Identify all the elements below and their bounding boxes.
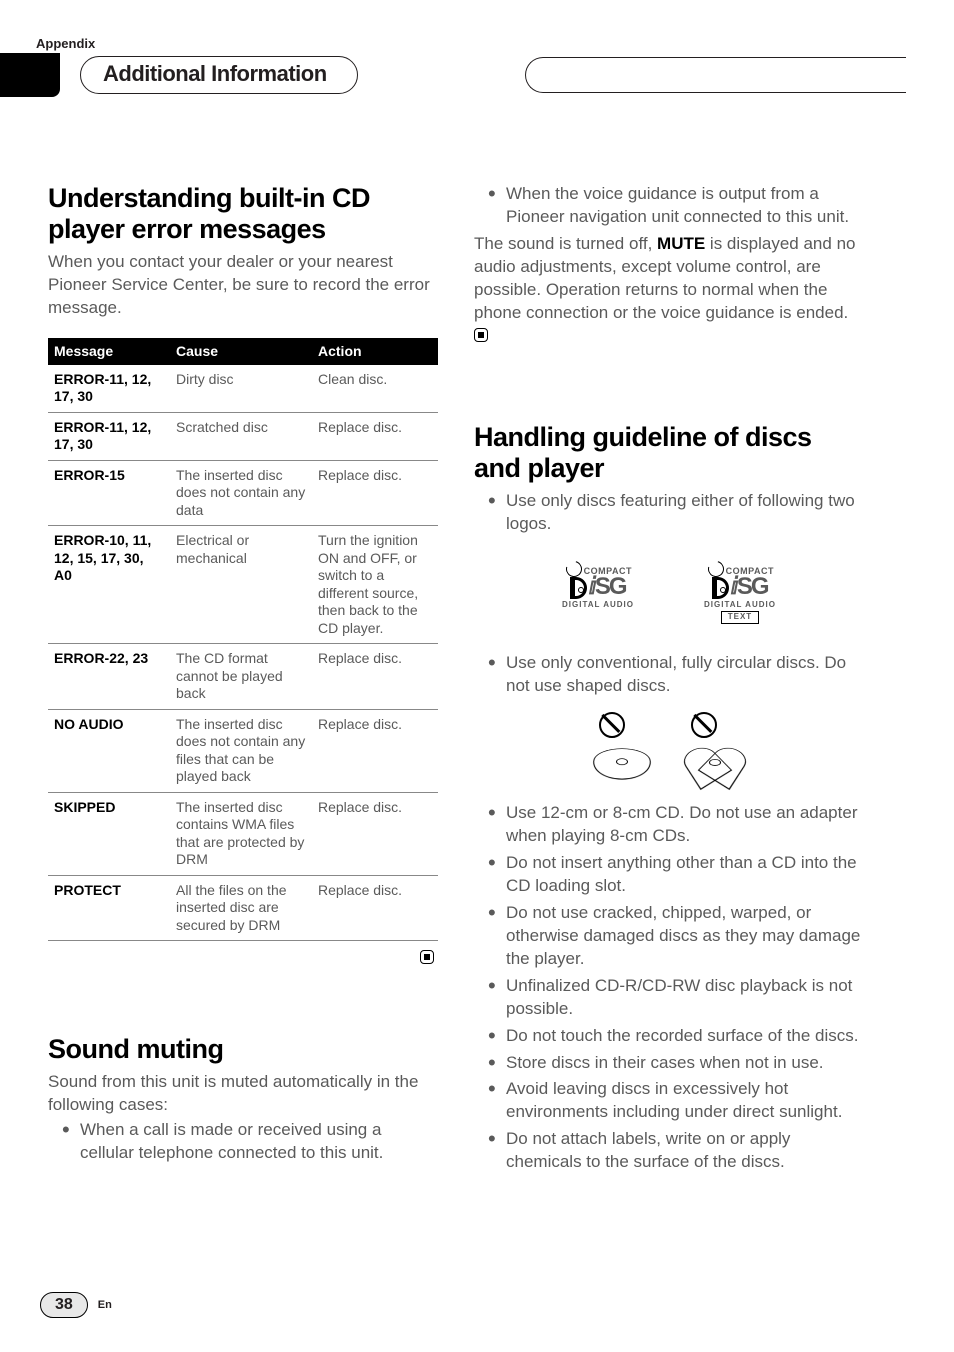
list-item: Use only conventional, fully circular di… <box>474 652 864 698</box>
cell-message: SKIPPED <box>48 792 170 875</box>
irregular-disc-icon <box>589 749 656 780</box>
cell-cause: The CD format cannot be played back <box>170 644 312 710</box>
heart-disc-icon <box>681 749 750 780</box>
table-row: ERROR-11, 12, 17, 30 Dirty disc Clean di… <box>48 365 438 413</box>
appendix-label: Appendix <box>36 36 906 51</box>
heading-handling: Handling guideline of discs and player <box>474 422 864 484</box>
list-item: Store discs in their cases when not in u… <box>474 1052 864 1075</box>
section-end-icon <box>474 328 488 342</box>
list-item: Use only discs featuring either of follo… <box>474 490 864 536</box>
cell-action: Clean disc. <box>312 365 438 413</box>
table-row: ERROR-10, 11, 12, 15, 17, 30, A0 Electri… <box>48 526 438 644</box>
cell-cause: Electrical or mechanical <box>170 526 312 644</box>
list-item: Do not attach labels, write on or apply … <box>474 1128 864 1174</box>
mute-bold: MUTE <box>657 234 705 253</box>
page-number: 38 <box>40 1292 88 1318</box>
right-column: When the voice guidance is output from a… <box>474 183 864 1178</box>
cell-action: Replace disc. <box>312 644 438 710</box>
cell-message: NO AUDIO <box>48 709 170 792</box>
list-item: When a call is made or received using a … <box>48 1119 438 1165</box>
th-cause: Cause <box>170 338 312 365</box>
cell-cause: Scratched disc <box>170 412 312 460</box>
forbidden-disc-heart <box>685 712 745 782</box>
heading-sound-muting: Sound muting <box>48 1034 438 1065</box>
table-row: NO AUDIO The inserted disc does not cont… <box>48 709 438 792</box>
language-label: En <box>98 1299 112 1311</box>
compact-disc-logo: COMPACT ⅈSG DIGITAL AUDIO <box>562 558 634 625</box>
logo-digital-audio: DIGITAL AUDIO <box>562 600 634 611</box>
cell-action: Turn the ignition ON and OFF, or switch … <box>312 526 438 644</box>
cell-action: Replace disc. <box>312 412 438 460</box>
cell-action: Replace disc. <box>312 709 438 792</box>
cell-message: ERROR-15 <box>48 460 170 526</box>
cell-action: Replace disc. <box>312 792 438 875</box>
empty-chip <box>525 57 906 93</box>
logo-digital-audio: DIGITAL AUDIO <box>704 600 776 611</box>
table-row: ERROR-22, 23 The CD format cannot be pla… <box>48 644 438 710</box>
cell-message: ERROR-11, 12, 17, 30 <box>48 365 170 413</box>
table-row: ERROR-15 The inserted disc does not cont… <box>48 460 438 526</box>
forbidden-icon <box>691 712 717 738</box>
cell-message: PROTECT <box>48 875 170 941</box>
list-item: Do not insert anything other than a CD i… <box>474 852 864 898</box>
left-column: Understanding built-in CD player error m… <box>48 183 438 1178</box>
heading-error-messages: Understanding built-in CD player error m… <box>48 183 438 245</box>
section-title-chip: Additional Information <box>80 56 358 94</box>
cell-cause: The inserted disc does not contain any f… <box>170 709 312 792</box>
table-row: SKIPPED The inserted disc contains WMA f… <box>48 792 438 875</box>
cd-logo-row: COMPACT ⅈSG DIGITAL AUDIO COMPACT ⅈSG DI… <box>474 558 864 625</box>
shaped-discs-row <box>474 712 864 782</box>
mute-intro: Sound from this unit is muted automatica… <box>48 1071 438 1117</box>
cell-action: Replace disc. <box>312 875 438 941</box>
list-item: Unfinalized CD-R/CD-RW disc playback is … <box>474 975 864 1021</box>
logo-text: TEXT <box>721 611 759 624</box>
cell-message: ERROR-22, 23 <box>48 644 170 710</box>
forbidden-disc-irregular <box>593 712 651 782</box>
footer: 38 En <box>40 1292 112 1318</box>
cell-cause: Dirty disc <box>170 365 312 413</box>
logo-disc-icon: ⅈSG <box>712 577 767 599</box>
section-end-icon <box>420 950 434 964</box>
cell-cause: All the files on the inserted disc are s… <box>170 875 312 941</box>
mute-paragraph: The sound is turned off, MUTE is display… <box>474 233 864 348</box>
th-message: Message <box>48 338 170 365</box>
error-intro: When you contact your dealer or your nea… <box>48 251 438 320</box>
compact-disc-text-logo: COMPACT ⅈSG DIGITAL AUDIO TEXT <box>704 558 776 625</box>
header-row: Additional Information <box>0 53 906 97</box>
table-row: PROTECT All the files on the inserted di… <box>48 875 438 941</box>
cell-message: ERROR-11, 12, 17, 30 <box>48 412 170 460</box>
forbidden-icon <box>599 712 625 738</box>
black-tab <box>0 53 60 97</box>
list-item: Do not touch the recorded surface of the… <box>474 1025 864 1048</box>
list-item: Avoid leaving discs in excessively hot e… <box>474 1078 864 1124</box>
list-item: Use 12-cm or 8-cm CD. Do not use an adap… <box>474 802 864 848</box>
cell-action: Replace disc. <box>312 460 438 526</box>
list-item: Do not use cracked, chipped, warped, or … <box>474 902 864 971</box>
th-action: Action <box>312 338 438 365</box>
text: The sound is turned off, <box>474 234 657 253</box>
table-row: ERROR-11, 12, 17, 30 Scratched disc Repl… <box>48 412 438 460</box>
cell-cause: The inserted disc does not contain any d… <box>170 460 312 526</box>
cell-message: ERROR-10, 11, 12, 15, 17, 30, A0 <box>48 526 170 644</box>
cell-cause: The inserted disc contains WMA files tha… <box>170 792 312 875</box>
error-table: Message Cause Action ERROR-11, 12, 17, 3… <box>48 338 438 941</box>
logo-disc-icon: ⅈSG <box>570 577 625 599</box>
list-item: When the voice guidance is output from a… <box>474 183 864 229</box>
